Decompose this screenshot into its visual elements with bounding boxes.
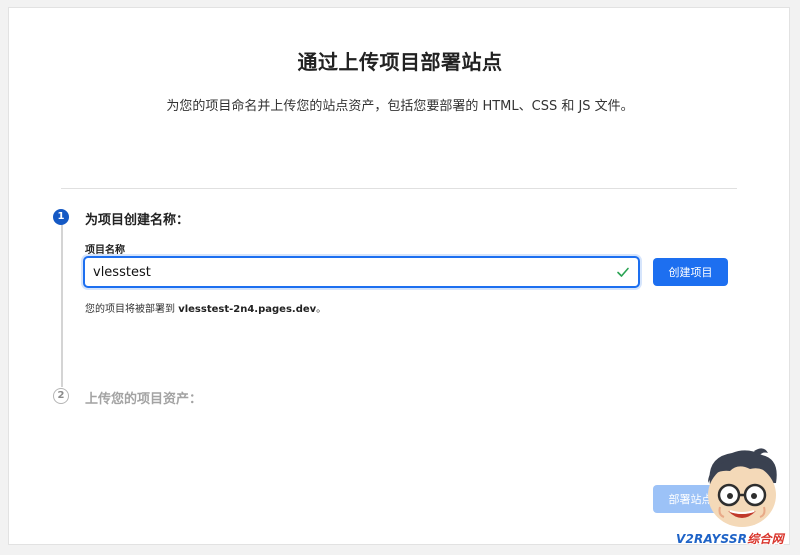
step-1-title: 为项目创建名称： <box>85 213 190 228</box>
mascot-logo-icon <box>708 448 777 527</box>
site-watermark: V2RAYSSR综合网 <box>676 530 784 547</box>
project-name-label: 项目名称 <box>85 245 125 256</box>
watermark-cn: 综合网 <box>747 532 784 546</box>
watermark-latin: V2RAYSSR <box>676 532 748 546</box>
create-project-button[interactable]: 创建项目 <box>653 258 728 286</box>
hint-prefix: 您的项目将被部署到 <box>85 304 175 315</box>
check-icon <box>617 267 629 277</box>
section-divider <box>61 188 737 189</box>
deploy-url-hint: 您的项目将被部署到 vlesstest-2n4.pages.dev。 <box>85 300 326 315</box>
hint-domain: vlesstest-2n4.pages.dev <box>178 304 317 315</box>
step-2-indicator: 2 <box>53 388 69 404</box>
page-subtitle: 为您的项目命名并上传您的站点资产，包括您要部署的 HTML、CSS 和 JS 文… <box>166 99 634 114</box>
step-1-indicator: 1 <box>53 209 69 225</box>
step-connector-line <box>61 225 63 387</box>
page-title: 通过上传项目部署站点 <box>297 50 503 74</box>
project-name-input[interactable] <box>93 258 613 286</box>
step-2-title: 上传您的项目资产： <box>85 392 203 407</box>
hint-suffix: 。 <box>316 304 327 315</box>
project-name-field[interactable] <box>83 256 640 288</box>
